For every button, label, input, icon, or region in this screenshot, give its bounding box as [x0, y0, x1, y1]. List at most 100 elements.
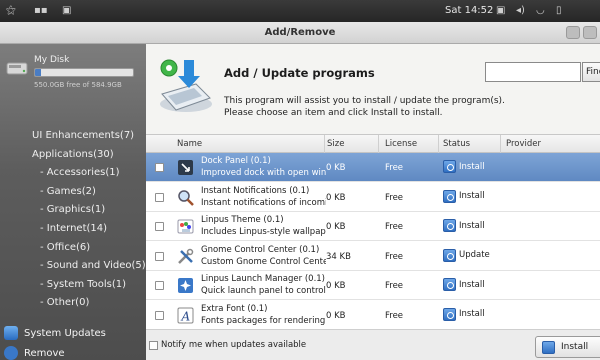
program-name: Linpus Launch Manager (0.1) — [201, 274, 325, 284]
system-updates-item[interactable]: System Updates — [4, 326, 106, 340]
sidebar-category-item[interactable]: Applications(30) — [32, 149, 114, 160]
maximize-button[interactable] — [583, 26, 597, 39]
program-description: Custom Gnome Control Center — [201, 256, 326, 267]
screen-icon[interactable]: ▣ — [496, 5, 505, 16]
page-description-line2: Please choose an item and click Install … — [224, 108, 443, 118]
status-action[interactable]: Update — [443, 248, 490, 262]
disk-usage-bar — [34, 68, 134, 77]
row-checkbox[interactable] — [155, 310, 164, 320]
search-input[interactable] — [485, 62, 581, 82]
program-size: 0 KB — [326, 163, 346, 173]
window-title: Add/Remove — [264, 27, 336, 38]
table-row[interactable]: Instant Notifications (0.1) Instant notif… — [146, 183, 600, 212]
program-name: Instant Notifications (0.1) — [201, 185, 310, 196]
sidebar-category-item[interactable]: - Internet(14) — [40, 223, 107, 234]
status-action[interactable]: Install — [443, 219, 485, 232]
row-checkbox[interactable] — [155, 163, 164, 172]
battery-icon[interactable]: ▯ — [556, 5, 562, 16]
sidebar-category-item[interactable]: - System Tools(1) — [40, 279, 126, 290]
remove-label: Remove — [24, 347, 65, 359]
install-button[interactable]: Install — [535, 336, 600, 358]
program-license: Free — [385, 310, 404, 321]
row-checkbox[interactable] — [155, 281, 164, 290]
workspaces-icon[interactable]: ▪▪ — [34, 5, 48, 16]
row-checkbox[interactable] — [155, 192, 164, 202]
sidebar-category-item[interactable]: - Graphics(1) — [40, 204, 105, 215]
launcher-icon — [178, 278, 193, 293]
find-button[interactable]: Find — [582, 62, 600, 82]
row-checkbox[interactable] — [155, 251, 164, 261]
program-license: Free — [385, 192, 404, 203]
window-titlebar: Add/Remove — [0, 22, 600, 44]
program-table: Name Size License Status Provider Dock P… — [146, 134, 600, 330]
sidebar-category-item[interactable]: UI Enhancements(7) — [32, 130, 134, 141]
program-size: 0 KB — [326, 222, 346, 232]
program-name: Dock Panel (0.1) — [201, 156, 271, 166]
program-description: Improved dock with open windo — [201, 168, 326, 178]
install-icon — [542, 340, 555, 354]
table-row[interactable]: Linpus Theme (0.1) Includes Linpus-style … — [146, 212, 600, 241]
program-size: 0 KB — [326, 192, 346, 203]
program-name: Linpus Theme (0.1) — [201, 215, 284, 225]
disk-usage-fill — [35, 69, 41, 76]
table-row[interactable]: Dock Panel (0.1) Improved dock with open … — [146, 153, 600, 182]
window-icon[interactable]: ▣ — [62, 5, 71, 16]
notify-checkbox[interactable] — [149, 341, 158, 350]
status-label: Install — [459, 161, 485, 172]
sidebar-category-item[interactable]: - Other(0) — [40, 297, 89, 308]
status-action[interactable]: Install — [443, 278, 485, 291]
column-name[interactable]: Name — [177, 139, 202, 149]
disk-icon — [6, 62, 28, 75]
update-icon — [443, 248, 456, 262]
magnifier-icon — [178, 189, 194, 206]
column-status[interactable]: Status — [443, 139, 470, 149]
column-divider — [378, 135, 379, 153]
row-checkbox[interactable] — [155, 222, 164, 231]
clock[interactable]: Sat 14:52 — [445, 5, 493, 16]
sidebar-category-item[interactable]: - Office(6) — [40, 242, 90, 253]
system-updates-label: System Updates — [24, 327, 106, 339]
status-label: Install — [459, 191, 485, 201]
column-size[interactable]: Size — [327, 139, 344, 149]
table-row[interactable]: Gnome Control Center (0.1) Custom Gnome C… — [146, 242, 600, 271]
column-divider — [438, 135, 439, 153]
table-row[interactable]: A Extra Font (0.1) Fonts packages for rend… — [146, 301, 600, 330]
install-icon — [443, 219, 456, 232]
remove-icon — [4, 346, 18, 360]
sidebar-category-item[interactable]: - Accessories(1) — [40, 167, 120, 178]
status-label: Install — [459, 279, 485, 290]
wifi-icon[interactable]: ◡ — [536, 5, 545, 16]
status-label: Install — [459, 220, 485, 231]
program-license: Free — [385, 281, 404, 291]
install-button-label: Install — [561, 342, 589, 352]
status-action[interactable]: Install — [443, 160, 485, 173]
status-action[interactable]: Install — [443, 307, 485, 321]
program-description: Instant notifications of incoming — [201, 197, 326, 208]
program-license: Free — [385, 163, 404, 173]
svg-text:A: A — [181, 309, 191, 323]
status-label: Install — [459, 309, 485, 319]
program-description: Includes Linpus-style wallpaper — [201, 227, 326, 237]
page-description-line1: This program will assist you to install … — [224, 96, 505, 106]
column-provider[interactable]: Provider — [506, 139, 541, 149]
status-action[interactable]: Install — [443, 189, 485, 203]
program-license: Free — [385, 222, 404, 232]
install-icon — [443, 278, 456, 291]
column-license[interactable]: License — [385, 139, 417, 149]
volume-icon[interactable]: ◂) — [516, 5, 525, 16]
minimize-button[interactable] — [566, 26, 580, 39]
table-header: Name Size License Status Provider — [146, 135, 600, 153]
status-label: Update — [459, 250, 490, 260]
install-icon — [443, 307, 456, 321]
table-row[interactable]: Linpus Launch Manager (0.1) Quick launch … — [146, 271, 600, 300]
sidebar-category-item[interactable]: - Games(2) — [40, 186, 96, 197]
sidebar-category-item[interactable]: - Sound and Video(5) — [40, 260, 146, 271]
apps-icon[interactable]: ⚝ — [6, 5, 16, 16]
column-divider — [500, 135, 501, 153]
sidebar: My Disk 550.0GB free of 584.9GB UI Enhan… — [0, 44, 146, 360]
disk-name: My Disk — [34, 55, 70, 65]
main-panel: Add / Update programs This program will … — [146, 44, 600, 360]
remove-item[interactable]: Remove — [4, 346, 65, 360]
dock-icon — [178, 160, 193, 175]
font-icon: A — [177, 307, 194, 323]
